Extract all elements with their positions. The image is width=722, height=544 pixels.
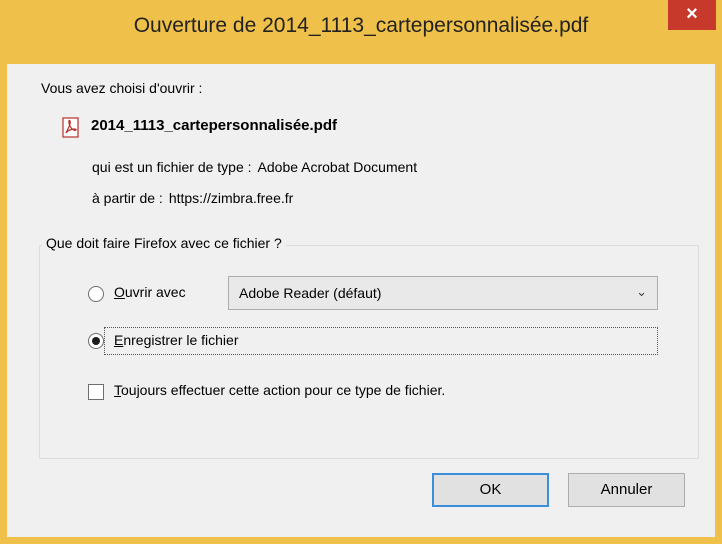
application-select[interactable]: Adobe Reader (défaut) ⌄: [228, 276, 658, 310]
file-name: 2014_1113_cartepersonnalisée.pdf: [91, 117, 337, 134]
ok-button[interactable]: OK: [432, 473, 549, 507]
open-with-label[interactable]: Ouvrir avec: [114, 284, 186, 300]
source-label: à partir de :: [92, 190, 163, 206]
cancel-button[interactable]: Annuler: [568, 473, 685, 507]
close-icon: ×: [686, 3, 698, 25]
source-value: https://zimbra.free.fr: [168, 190, 294, 206]
file-type-row: qui est un fichier de type : Adobe Acroba…: [92, 159, 417, 175]
file-type-value: Adobe Acrobat Document: [257, 159, 418, 175]
window-title: Ouverture de 2014_1113_cartepersonnalisé…: [133, 14, 589, 37]
action-group: Que doit faire Firefox avec ce fichier ?…: [39, 235, 699, 459]
source-row: à partir de : https://zimbra.free.fr: [92, 190, 293, 206]
pdf-icon: [62, 117, 79, 138]
action-group-legend: Que doit faire Firefox avec ce fichier ?: [42, 235, 286, 251]
dialog-body: Vous avez choisi d'ouvrir : 2014_1113_ca…: [7, 64, 715, 537]
intro-text: Vous avez choisi d'ouvrir :: [41, 80, 203, 96]
always-do-label[interactable]: Toujours effectuer cette action pour ce …: [114, 382, 445, 398]
dialog-window: Ouverture de 2014_1113_cartepersonnalisé…: [0, 0, 722, 544]
application-select-value: Adobe Reader (défaut): [239, 285, 382, 301]
open-with-radio[interactable]: [88, 286, 104, 302]
save-file-radio[interactable]: [88, 333, 104, 349]
always-do-checkbox[interactable]: [88, 384, 104, 400]
chevron-down-icon: ⌄: [636, 284, 647, 299]
title-bar[interactable]: Ouverture de 2014_1113_cartepersonnalisé…: [0, 0, 722, 64]
file-type-label: qui est un fichier de type :: [92, 159, 252, 175]
save-file-label[interactable]: Enregistrer le fichier: [114, 332, 239, 348]
close-button[interactable]: ×: [668, 0, 716, 30]
